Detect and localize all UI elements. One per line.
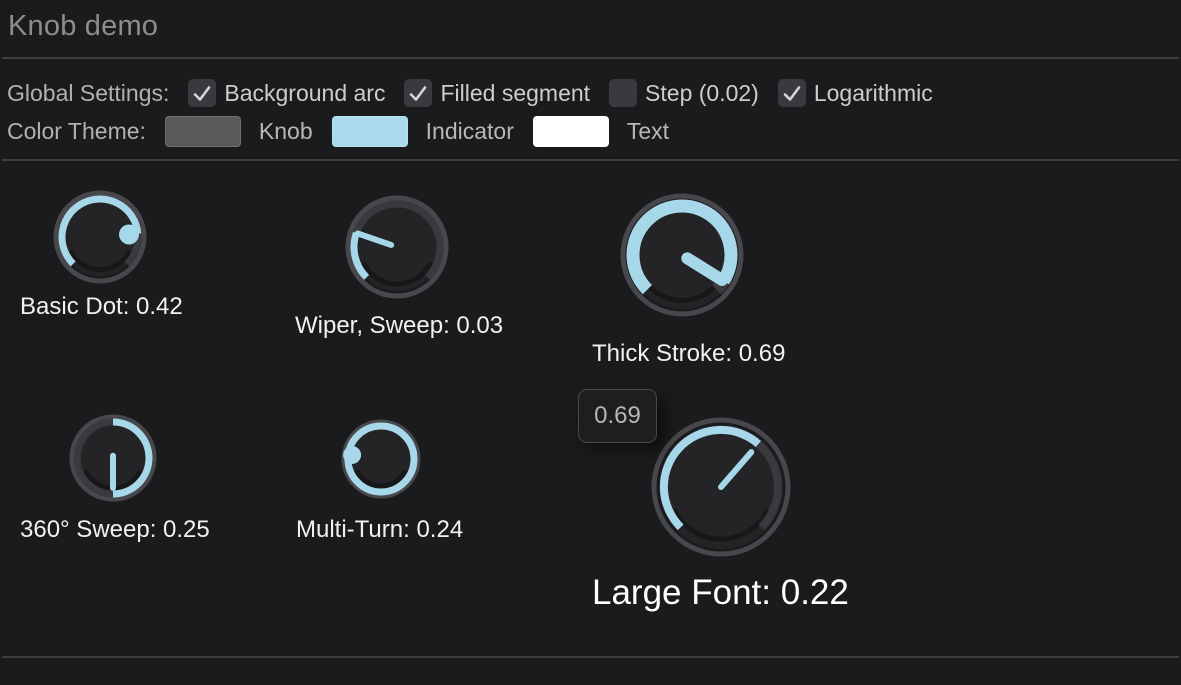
swatch-group-knob: Knob	[165, 116, 313, 147]
knob-label-thick-stroke: Thick Stroke: 0.69	[592, 340, 785, 368]
global-settings-row: Global Settings: Background arc Filled s…	[7, 77, 933, 109]
knob-basic-dot[interactable]	[53, 190, 147, 289]
checkbox-box[interactable]	[188, 79, 216, 107]
checkbox-label: Background arc	[224, 80, 385, 107]
check-icon	[188, 79, 216, 107]
swatch-group-indicator: Indicator	[332, 116, 514, 147]
checkbox-box[interactable]	[404, 79, 432, 107]
knob-multi-turn[interactable]	[341, 419, 421, 504]
swatch-label: Text	[627, 118, 669, 145]
checkbox-box[interactable]	[778, 79, 806, 107]
checkbox-label: Step (0.02)	[645, 80, 759, 107]
checkbox-label: Logarithmic	[814, 80, 933, 107]
knob-360-sweep[interactable]	[69, 414, 157, 507]
global-settings-label: Global Settings:	[7, 80, 169, 107]
color-theme-row: Color Theme: Knob Indicator Text	[7, 115, 669, 148]
knob-value-tooltip: 0.69	[578, 389, 657, 443]
knob-wiper-sweep[interactable]	[345, 195, 449, 304]
indicator-color-swatch[interactable]	[332, 116, 408, 147]
color-theme-label: Color Theme:	[7, 118, 146, 145]
knob-label-basic-dot: Basic Dot: 0.42	[20, 293, 183, 321]
separator	[2, 57, 1179, 59]
swatch-label: Knob	[259, 118, 313, 145]
checkbox-box[interactable]	[609, 79, 637, 107]
check-icon	[404, 79, 432, 107]
check-icon	[778, 79, 806, 107]
checkbox-logarithmic[interactable]: Logarithmic	[778, 79, 933, 107]
knob-large-font[interactable]	[651, 417, 791, 562]
knob-label-wiper-sweep: Wiper, Sweep: 0.03	[295, 312, 503, 340]
swatch-group-text: Text	[533, 116, 669, 147]
separator	[2, 159, 1179, 161]
text-color-swatch[interactable]	[533, 116, 609, 147]
checkbox-label: Filled segment	[440, 80, 590, 107]
separator	[2, 656, 1179, 658]
knob-label-360-sweep: 360° Sweep: 0.25	[20, 516, 210, 544]
knob-color-swatch[interactable]	[165, 116, 241, 147]
knob-label-large-font: Large Font: 0.22	[592, 573, 849, 613]
page-title: Knob demo	[8, 10, 158, 43]
checkbox-filled-segment[interactable]: Filled segment	[404, 79, 590, 107]
swatch-label: Indicator	[426, 118, 514, 145]
checkbox-background-arc[interactable]: Background arc	[188, 79, 385, 107]
knob-thick-stroke[interactable]	[620, 193, 744, 322]
knob-label-multi-turn: Multi-Turn: 0.24	[296, 516, 463, 544]
checkbox-step[interactable]: Step (0.02)	[609, 79, 759, 107]
tooltip-value: 0.69	[594, 402, 641, 430]
